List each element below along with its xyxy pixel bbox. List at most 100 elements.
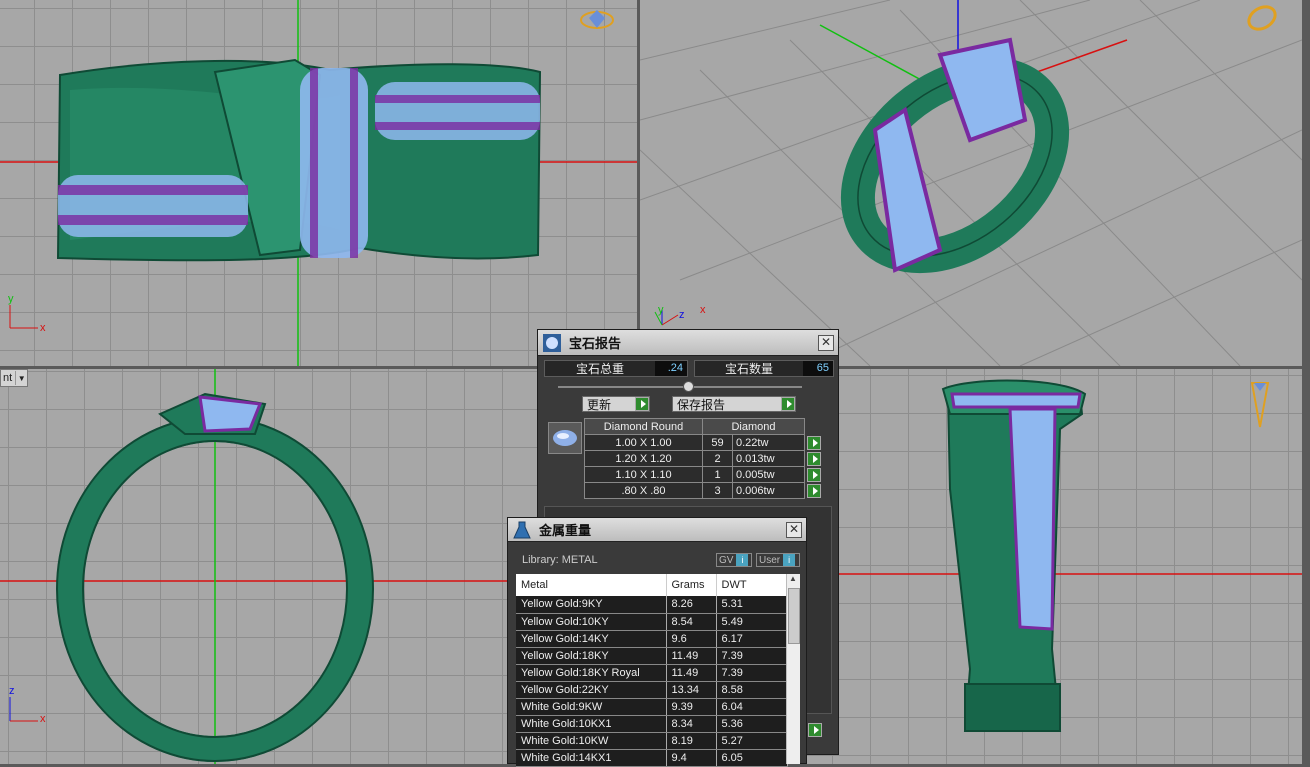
close-icon[interactable]: ✕: [786, 521, 802, 538]
gem-tw: 0.013tw: [732, 450, 805, 467]
flask-icon: [511, 519, 533, 541]
gem-header-shape: Diamond Round: [584, 418, 703, 435]
side-view-icon[interactable]: [1250, 382, 1270, 428]
table-row[interactable]: .80 X .80 3 0.006tw: [584, 482, 822, 499]
table-row[interactable]: White Gold:9KW 9.39 6.04: [516, 698, 788, 716]
ring-perspective-view: [640, 0, 1302, 366]
table-row[interactable]: Yellow Gold:10KY 8.54 5.49: [516, 613, 788, 631]
save-report-label: 保存报告: [677, 397, 726, 412]
table-row[interactable]: Yellow Gold:14KY 9.6 6.17: [516, 630, 788, 648]
play-icon[interactable]: [807, 435, 821, 450]
library-label: Library: METAL: [522, 554, 598, 566]
metal-name: White Gold:14KX1: [516, 749, 667, 767]
gem-header-type: Diamond: [702, 418, 805, 435]
gv-label: GV: [719, 554, 734, 566]
play-icon[interactable]: [807, 451, 821, 466]
metal-dwt: 8.58: [716, 681, 788, 699]
gv-toggle[interactable]: GV i: [716, 553, 752, 567]
axis-label-y: y: [658, 304, 664, 316]
axis-label-x: x: [700, 304, 706, 316]
ring-view-icon[interactable]: [1245, 2, 1279, 33]
user-label: User: [759, 554, 781, 566]
metal-table: Metal Grams DWT Yellow Gold:9KY 8.26 5.31 …: [516, 574, 788, 767]
gem-size: .80 X .80: [584, 482, 703, 499]
metal-header-dwt[interactable]: DWT: [716, 574, 788, 596]
close-icon[interactable]: ✕: [818, 334, 834, 351]
metal-dwt: 5.27: [716, 732, 788, 750]
metal-name: Yellow Gold:18KY Royal: [516, 664, 667, 682]
gem-tw: 0.22tw: [732, 434, 805, 451]
metal-dwt: 7.39: [716, 647, 788, 665]
gem-view-icon[interactable]: [580, 10, 614, 29]
scrollbar-thumb[interactable]: [788, 588, 800, 644]
update-button[interactable]: 更新: [582, 396, 650, 412]
gem-row-center: [300, 68, 368, 258]
metal-dwt: 7.39: [716, 664, 788, 682]
metal-name: White Gold:10KW: [516, 732, 667, 750]
metal-header-grams[interactable]: Grams: [666, 574, 717, 596]
save-report-button[interactable]: 保存报告: [672, 396, 796, 412]
total-weight-field: 宝石总重 .24: [544, 360, 688, 377]
table-row[interactable]: White Gold:10KX1 8.34 5.36: [516, 715, 788, 733]
update-label: 更新: [587, 397, 612, 412]
metal-grams: 8.54: [666, 613, 717, 631]
metal-name: Yellow Gold:14KY: [516, 630, 667, 648]
axis-label-z: z: [679, 309, 685, 321]
table-row[interactable]: Yellow Gold:9KY 8.26 5.31: [516, 596, 788, 614]
gem-table: Diamond Round Diamond 1.00 X 1.00 59 0.2…: [584, 418, 822, 499]
axis-triad-top: [9, 305, 38, 329]
gem-qty: 3: [702, 482, 733, 499]
slider-track[interactable]: [558, 386, 802, 388]
table-row[interactable]: 1.20 X 1.20 2 0.013tw: [584, 450, 822, 467]
gem-row-right: [375, 82, 540, 140]
metal-scrollbar[interactable]: ▲: [786, 574, 800, 764]
metal-dwt: 6.05: [716, 749, 788, 767]
play-icon[interactable]: [781, 397, 795, 411]
axis-label-x: x: [40, 322, 46, 334]
play-icon[interactable]: [808, 723, 822, 737]
gem-tw: 0.006tw: [732, 482, 805, 499]
table-row[interactable]: White Gold:10KW 8.19 5.27: [516, 732, 788, 750]
gem-qty: 2: [702, 450, 733, 467]
metal-name: White Gold:9KW: [516, 698, 667, 716]
viewport-perspective[interactable]: y z x: [640, 0, 1302, 366]
gem-report-titlebar[interactable]: 宝石报告 ✕: [538, 330, 838, 356]
axis-triad-front: [9, 697, 38, 722]
metal-weight-panel[interactable]: 金属重量 ✕ Library: METAL GV i User i Metal Gr…: [507, 517, 807, 767]
table-row[interactable]: Yellow Gold:22KY 13.34 8.58: [516, 681, 788, 699]
gem-report-icon: [541, 332, 563, 354]
chevron-up-icon[interactable]: ▲: [789, 574, 797, 583]
total-weight-value: .24: [655, 361, 687, 376]
user-toggle[interactable]: User i: [756, 553, 800, 567]
ring-top-view: [0, 0, 637, 366]
table-row[interactable]: Yellow Gold:18KY 11.49 7.39: [516, 647, 788, 665]
play-icon[interactable]: [807, 467, 821, 482]
gem-qty: 1: [702, 466, 733, 483]
axis-label-y: y: [8, 293, 14, 305]
metal-header-name[interactable]: Metal: [516, 574, 667, 596]
gem-row-left: [58, 175, 248, 237]
gem-count-field: 宝石数量 65: [694, 360, 834, 377]
metal-name: Yellow Gold:9KY: [516, 596, 667, 614]
metal-weight-titlebar[interactable]: 金属重量 ✕: [508, 518, 806, 542]
metal-dwt: 5.36: [716, 715, 788, 733]
viewport-top[interactable]: y x: [0, 0, 637, 366]
metal-grams: 9.39: [666, 698, 717, 716]
table-row[interactable]: 1.10 X 1.10 1 0.005tw: [584, 466, 822, 483]
metal-dwt: 5.31: [716, 596, 788, 614]
metal-grams: 8.34: [666, 715, 717, 733]
metal-dwt: 5.49: [716, 613, 788, 631]
table-row[interactable]: White Gold:14KX1 9.4 6.05: [516, 749, 788, 767]
table-row[interactable]: Yellow Gold:18KY Royal 11.49 7.39: [516, 664, 788, 682]
gem-size: 1.00 X 1.00: [584, 434, 703, 451]
metal-grams: 11.49: [666, 647, 717, 665]
metal-grams: 8.26: [666, 596, 717, 614]
metal-name: Yellow Gold:22KY: [516, 681, 667, 699]
metal-dwt: 6.17: [716, 630, 788, 648]
table-row[interactable]: 1.00 X 1.00 59 0.22tw: [584, 434, 822, 451]
metal-grams: 9.4: [666, 749, 717, 767]
slider-handle[interactable]: [683, 381, 694, 392]
play-icon[interactable]: [807, 483, 821, 498]
play-icon[interactable]: [635, 397, 649, 411]
gem-qty: 59: [702, 434, 733, 451]
